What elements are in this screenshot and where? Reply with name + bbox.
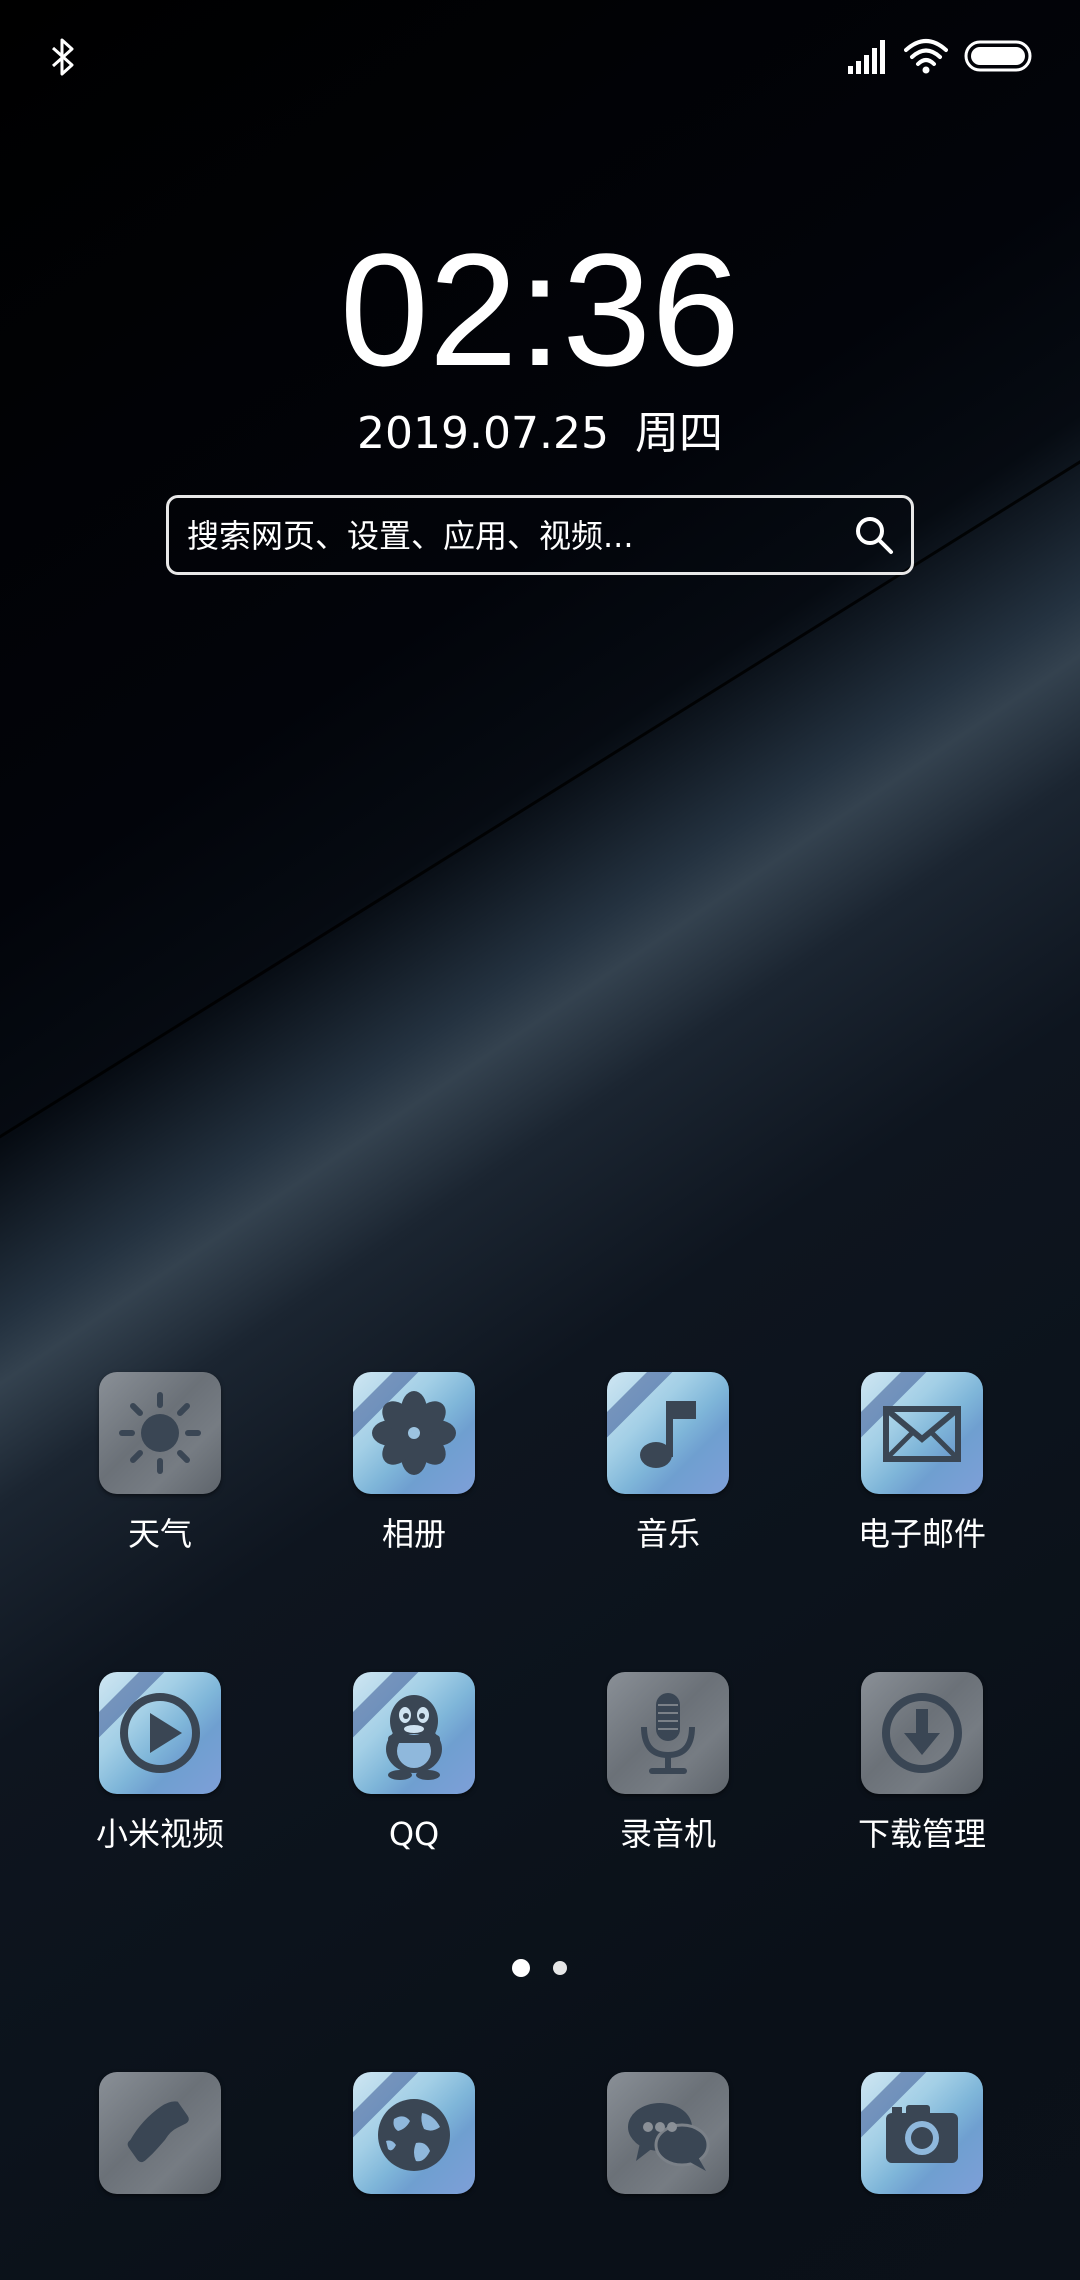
app-weather[interactable]: 天气 (40, 1372, 280, 1602)
app-recorder[interactable]: 录音机 (548, 1672, 788, 1902)
penguin-icon (386, 1695, 442, 1780)
app-downloads[interactable]: 下载管理 (802, 1672, 1042, 1902)
app-mi-video[interactable]: 小米视频 (40, 1672, 280, 1902)
search-icon[interactable] (853, 514, 895, 556)
app-tile[interactable] (353, 2072, 475, 2194)
app-label: 电子邮件 (857, 1515, 986, 1553)
app-tile[interactable] (861, 1672, 983, 1794)
search-bar[interactable]: 搜索网页、设置、应用、视频... (166, 495, 914, 575)
globe-icon (378, 2099, 450, 2171)
flower-icon (372, 1391, 456, 1475)
wifi-icon (904, 39, 948, 74)
chat-bubbles-icon (628, 2103, 710, 2171)
phone-icon (127, 2101, 189, 2163)
envelope-icon (883, 1406, 961, 1462)
app-label: 音乐 (635, 1515, 700, 1553)
signal-icon (848, 40, 885, 74)
app-email[interactable]: 电子邮件 (802, 1372, 1042, 1602)
camera-icon (886, 2105, 958, 2163)
clock-time[interactable]: 02:36 (0, 220, 1080, 400)
download-icon (882, 1693, 962, 1773)
sun-icon (119, 1392, 201, 1474)
app-label: 小米视频 (95, 1815, 224, 1853)
date-text: 2019.07.25 (357, 408, 609, 459)
page-dot[interactable] (553, 1961, 567, 1975)
app-label: 相册 (381, 1515, 446, 1553)
search-placeholder: 搜索网页、设置、应用、视频... (187, 517, 634, 555)
app-label: 天气 (127, 1515, 192, 1553)
clock-date[interactable]: 2019.07.25 周四 (0, 404, 1080, 464)
app-label: QQ (388, 1815, 440, 1853)
app-gallery[interactable]: 相册 (294, 1372, 534, 1602)
battery-icon (964, 40, 1032, 72)
dock-phone[interactable] (40, 2072, 280, 2280)
app-label: 下载管理 (857, 1815, 986, 1853)
music-note-icon (640, 1401, 696, 1468)
dock-browser[interactable] (294, 2072, 534, 2280)
status-bar (0, 0, 1080, 116)
app-tile[interactable] (99, 1372, 221, 1494)
app-label: 录音机 (619, 1815, 716, 1853)
page-indicator[interactable] (0, 1959, 1080, 1980)
app-tile[interactable] (861, 1372, 983, 1494)
app-music[interactable]: 音乐 (548, 1372, 788, 1602)
app-tile[interactable] (99, 1672, 221, 1794)
app-tile[interactable] (607, 1672, 729, 1794)
app-tile[interactable] (861, 2072, 983, 2194)
app-tile[interactable] (607, 2072, 729, 2194)
dock-messages[interactable] (548, 2072, 788, 2280)
app-tile[interactable] (353, 1672, 475, 1794)
app-qq[interactable]: QQ (294, 1672, 534, 1902)
app-tile[interactable] (99, 2072, 221, 2194)
weekday-text: 周四 (634, 408, 723, 459)
play-icon (120, 1693, 200, 1773)
app-tile[interactable] (353, 1372, 475, 1494)
page-dot-active[interactable] (512, 1959, 530, 1977)
bluetooth-icon (51, 38, 74, 76)
dock-camera[interactable] (802, 2072, 1042, 2280)
app-tile[interactable] (607, 1372, 729, 1494)
microphone-icon (641, 1693, 695, 1774)
